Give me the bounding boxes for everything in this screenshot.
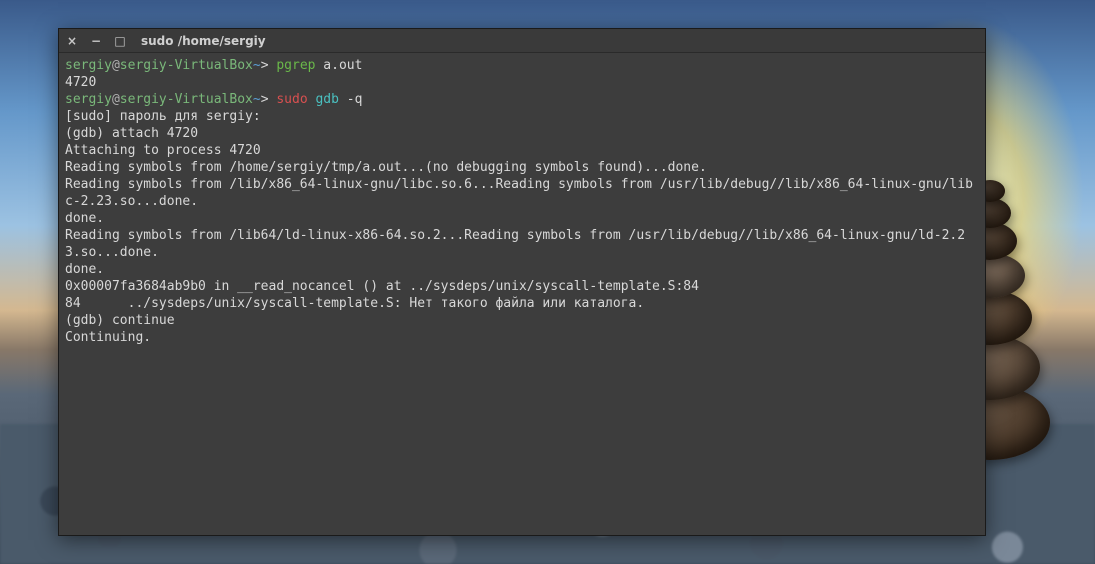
prompt-arrow-2: >	[261, 92, 269, 107]
output-reading-aout: Reading symbols from /home/sergiy/tmp/a.…	[65, 160, 707, 175]
output-pid: 4720	[65, 75, 96, 90]
output-gdb-continue: (gdb) continue	[65, 313, 175, 328]
prompt-arrow: >	[261, 58, 269, 73]
command-gdb: gdb	[308, 92, 339, 107]
prompt-host: sergiy-VirtualBox	[120, 58, 253, 73]
window-title: sudo /home/sergiy	[141, 34, 266, 48]
command-arg-aout: a.out	[315, 58, 362, 73]
titlebar[interactable]: × − □ sudo /home/sergiy	[59, 29, 985, 53]
terminal-content[interactable]: sergiy@sergiy-VirtualBox~> pgrep a.out 4…	[59, 53, 985, 535]
output-reading-ld: Reading symbols from /lib64/ld-linux-x86…	[65, 228, 965, 260]
prompt-at: @	[112, 58, 120, 73]
prompt-tilde: ~	[253, 58, 261, 73]
command-sudo: sudo	[276, 92, 307, 107]
window-controls: × − □	[65, 35, 127, 47]
output-no-file: 84 ../sysdeps/unix/syscall-template.S: Н…	[65, 296, 644, 311]
output-read-nocancel: 0x00007fa3684ab9b0 in __read_nocancel ()…	[65, 279, 699, 294]
output-attaching: Attaching to process 4720	[65, 143, 261, 158]
output-continuing: Continuing.	[65, 330, 151, 345]
command-pgrep: pgrep	[276, 58, 315, 73]
minimize-button[interactable]: −	[89, 35, 103, 47]
output-done2: done.	[65, 262, 104, 277]
prompt-user-2: sergiy	[65, 92, 112, 107]
prompt-user: sergiy	[65, 58, 112, 73]
command-arg-q: -q	[339, 92, 362, 107]
prompt-host-2: sergiy-VirtualBox	[120, 92, 253, 107]
output-done1: done.	[65, 211, 104, 226]
close-button[interactable]: ×	[65, 35, 79, 47]
output-gdb-attach: (gdb) attach 4720	[65, 126, 198, 141]
maximize-button[interactable]: □	[113, 35, 127, 47]
prompt-at-2: @	[112, 92, 120, 107]
terminal-window: × − □ sudo /home/sergiy sergiy@sergiy-Vi…	[58, 28, 986, 536]
prompt-tilde-2: ~	[253, 92, 261, 107]
output-reading-libc: Reading symbols from /lib/x86_64-linux-g…	[65, 177, 973, 209]
output-sudo-password: [sudo] пароль для sergiy:	[65, 109, 269, 124]
